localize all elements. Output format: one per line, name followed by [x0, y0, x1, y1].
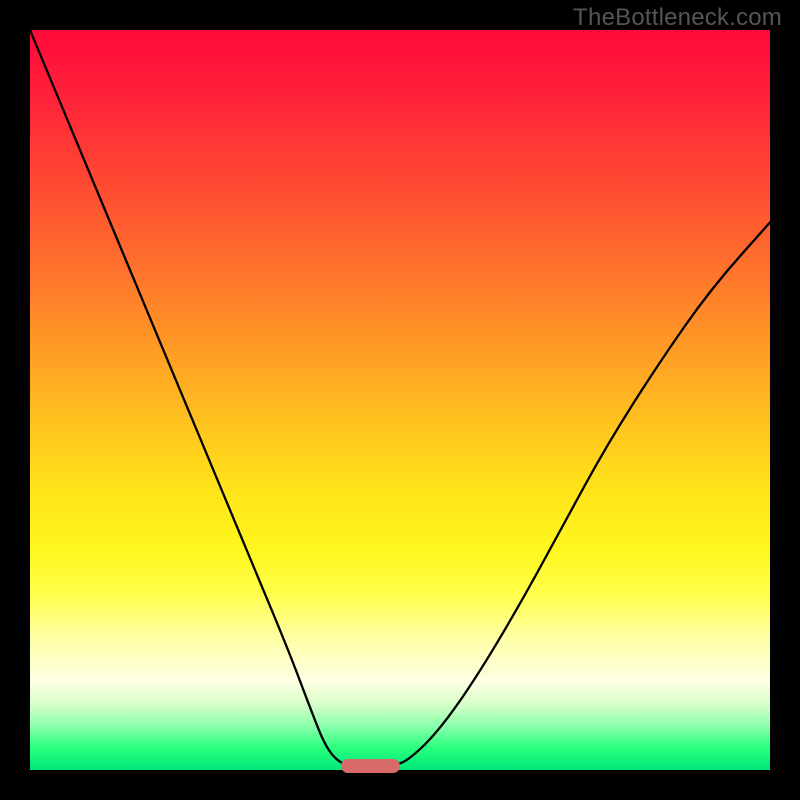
chart-frame: TheBottleneck.com	[0, 0, 800, 800]
left-branch-curve	[30, 30, 356, 766]
right-branch-curve	[393, 222, 770, 765]
plot-area	[30, 30, 770, 770]
watermark-text: TheBottleneck.com	[573, 4, 782, 32]
optimal-range-bar	[341, 759, 400, 773]
curves-svg	[30, 30, 770, 770]
